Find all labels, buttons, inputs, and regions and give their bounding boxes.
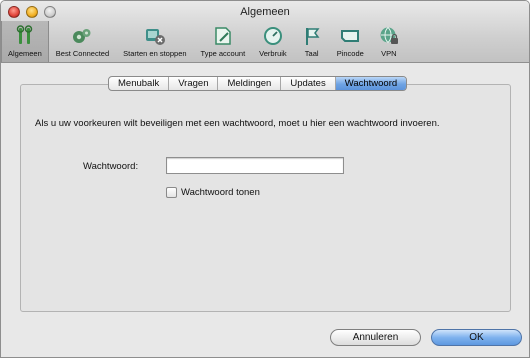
- toolbar-item-pincode[interactable]: Pincode: [330, 21, 371, 62]
- toolbar-item-taal[interactable]: Taal: [294, 21, 330, 62]
- toolbar-item-vpn[interactable]: VPN: [371, 21, 407, 62]
- toolbar-label: Taal: [304, 49, 319, 58]
- toolbar-label: Algemeen: [8, 49, 42, 58]
- globe-lock-icon: [380, 27, 398, 44]
- cancel-button[interactable]: Annuleren: [330, 329, 421, 346]
- title-toolbar: Algemeen Algemeen Best Connected Starten…: [1, 1, 529, 63]
- tab-updates[interactable]: Updates: [281, 77, 336, 90]
- toolbar-label: Verbruik: [259, 49, 287, 58]
- gauge-icon: [263, 27, 282, 45]
- toolbar-item-best-connected[interactable]: Best Connected: [49, 21, 116, 62]
- toolbar-label: Pincode: [336, 49, 364, 58]
- preferences-toolbar: Algemeen Best Connected Starten en stopp…: [1, 21, 529, 62]
- flag-icon: [305, 28, 320, 45]
- toolbar-label: VPN: [381, 49, 397, 58]
- toolbar-label: Starten en stoppen: [123, 49, 187, 58]
- sim-card-icon: [341, 30, 360, 42]
- show-password-label: Wachtwoord tonen: [181, 187, 260, 198]
- intro-text: Als u uw voorkeuren wilt beveiligen met …: [35, 118, 440, 129]
- preferences-window: Algemeen Algemeen Best Connected Starten…: [0, 0, 530, 358]
- ok-button[interactable]: OK: [431, 329, 522, 346]
- window-title: Algemeen: [240, 6, 290, 18]
- toolbar-item-starten-en-stoppen[interactable]: Starten en stoppen: [116, 21, 193, 62]
- toolbar-label: Type account: [200, 49, 246, 58]
- show-password-checkbox[interactable]: [166, 187, 177, 198]
- document-edit-icon: [215, 27, 231, 45]
- tab-menubalk[interactable]: Menubalk: [109, 77, 170, 90]
- wrench-screwdriver-icon: [16, 25, 33, 44]
- toolbar-label: Best Connected: [55, 49, 110, 58]
- toolbar-item-verbruik[interactable]: Verbruik: [252, 21, 294, 62]
- tab-meldingen[interactable]: Meldingen: [218, 77, 282, 90]
- tab-wachtwoord[interactable]: Wachtwoord: [335, 77, 407, 90]
- network-stop-icon: [145, 29, 165, 45]
- password-label: Wachtwoord:: [83, 161, 139, 172]
- toolbar-item-algemeen[interactable]: Algemeen: [1, 21, 49, 62]
- toolbar-item-type-account[interactable]: Type account: [194, 21, 253, 62]
- gears-icon: [73, 29, 91, 43]
- tab-vragen[interactable]: Vragen: [169, 77, 219, 90]
- password-field[interactable]: [166, 157, 344, 174]
- tab-bar: Menubalk Vragen Meldingen Updates Wachtw…: [108, 76, 408, 91]
- show-password-option[interactable]: Wachtwoord tonen: [166, 187, 260, 198]
